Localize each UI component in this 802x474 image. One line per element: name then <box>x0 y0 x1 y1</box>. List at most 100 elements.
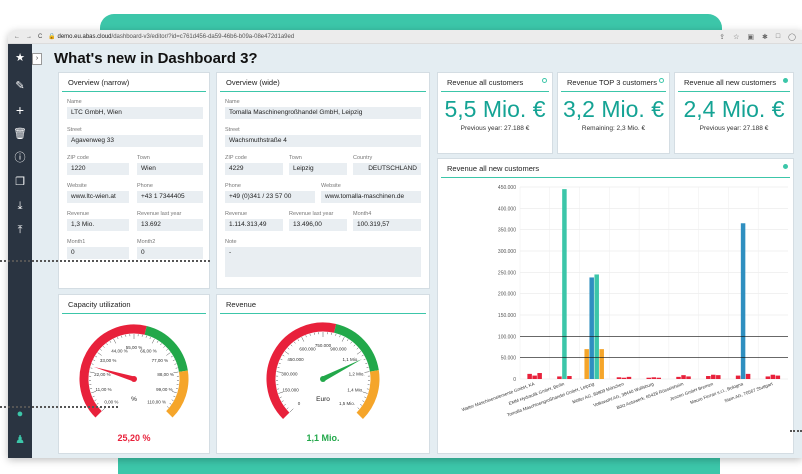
bar[interactable] <box>589 277 594 379</box>
kpi-sub: Remaining: 2,3 Mio. € <box>581 125 646 132</box>
gauge-tick <box>360 404 363 406</box>
star-icon[interactable]: ★ <box>12 50 28 66</box>
country-field[interactable]: DEUTSCHLAND <box>353 163 421 175</box>
bar[interactable] <box>716 375 721 379</box>
phone-field[interactable]: +49 (0)341 / 23 57 00 <box>225 191 315 203</box>
website-field[interactable]: www.ltc-wien.at <box>67 191 129 203</box>
website-field[interactable]: www.tomalla-maschinen.de <box>321 191 421 203</box>
bar[interactable] <box>711 374 716 379</box>
back-icon[interactable]: ← <box>14 34 20 40</box>
browser-toolbar: ⇪ ☆ ▣ ✱ □ ◯ <box>719 33 796 41</box>
trash-icon[interactable]: 🗑 <box>12 126 28 142</box>
gauge-tick <box>305 335 307 338</box>
bar[interactable] <box>584 349 589 379</box>
zip-field[interactable]: 1220 <box>67 163 129 175</box>
bar[interactable] <box>686 376 691 379</box>
revenue-last-year-field[interactable]: 13.692 <box>137 219 203 231</box>
forward-icon[interactable]: → <box>26 34 32 40</box>
plus-icon[interactable]: + <box>12 102 28 118</box>
gauge-tick-label: 0 <box>298 401 301 406</box>
month1-field[interactable]: 0 <box>67 247 129 259</box>
user-icon[interactable]: ♟ <box>12 432 28 448</box>
reload-icon[interactable]: C <box>38 34 42 40</box>
upload-icon[interactable]: ⤒ <box>12 222 28 238</box>
gauge-tick-label: 450.000 <box>287 357 304 362</box>
field-label: Revenue last year <box>137 211 182 217</box>
name-field[interactable]: LTC GmbH, Wien <box>67 107 203 119</box>
gauge-tick <box>166 352 171 356</box>
bar[interactable] <box>745 373 751 379</box>
bar[interactable] <box>765 376 771 379</box>
bar[interactable] <box>567 376 572 379</box>
profile-icon[interactable]: ◯ <box>788 33 796 41</box>
gauge-tick <box>283 404 286 406</box>
decor-dotted-line <box>0 260 210 262</box>
note-field[interactable]: - <box>225 247 421 277</box>
kpi-title: Revenue all new customers <box>678 73 790 92</box>
gauge-tick <box>109 340 112 343</box>
gauge-tick <box>364 396 367 398</box>
copy-icon[interactable]: ❐ <box>12 174 28 190</box>
bar[interactable] <box>621 377 627 379</box>
bar[interactable] <box>527 373 532 379</box>
revenue-field[interactable]: 1.114.313,49 <box>225 219 283 231</box>
gauge-tick-label: 0,00 % <box>104 400 118 405</box>
field-label: ZIP code <box>225 155 247 161</box>
chat-icon[interactable]: ● <box>12 406 28 422</box>
panel-title: Overview (narrow) <box>62 73 206 92</box>
phone-field[interactable]: +43 1 7344405 <box>137 191 203 203</box>
bar[interactable] <box>646 377 652 379</box>
kpi-card-all: Revenue all customers 5,5 Mio. € Previou… <box>437 72 553 154</box>
gauge-tick <box>171 391 177 394</box>
gauge-tick <box>341 337 345 342</box>
extension-icon[interactable]: ▣ <box>747 33 754 41</box>
address-bar[interactable]: 🔒 demo.eu.abas.cloud/dashboard-v3/editor… <box>48 33 713 40</box>
gauge-tick <box>92 395 95 398</box>
puzzle-icon[interactable]: ✱ <box>762 33 768 41</box>
revenue-last-year-field[interactable]: 13.496,00 <box>289 219 347 231</box>
bar[interactable] <box>735 375 741 379</box>
bar[interactable] <box>681 375 686 379</box>
bar[interactable] <box>562 189 567 379</box>
gauge-tick <box>362 391 368 394</box>
bar[interactable] <box>626 376 632 379</box>
bar[interactable] <box>599 349 604 379</box>
gauge-tick-label: 300.000 <box>281 372 298 377</box>
town-field[interactable]: Leipzig <box>289 163 347 175</box>
gauge-tick <box>278 362 281 364</box>
bar[interactable] <box>740 223 746 379</box>
bar[interactable] <box>532 375 537 379</box>
bar[interactable] <box>616 377 622 379</box>
bar[interactable] <box>537 373 542 379</box>
street-field[interactable]: Agavenweg 33 <box>67 135 203 147</box>
url-domain: demo.eu.abas.cloud <box>57 34 112 40</box>
bar[interactable] <box>770 374 776 379</box>
bar[interactable] <box>651 377 657 379</box>
street-field[interactable]: Wachsmuthstraße 4 <box>225 135 421 147</box>
month4-field[interactable]: 100.319,57 <box>353 219 421 231</box>
gauge-tick <box>365 362 368 364</box>
gauge-tick <box>163 346 165 348</box>
town-field[interactable]: Wien <box>137 163 203 175</box>
month2-field[interactable]: 0 <box>137 247 203 259</box>
gauge-tick <box>284 351 290 355</box>
star-icon[interactable]: ☆ <box>733 33 739 41</box>
bar[interactable] <box>676 376 681 379</box>
download-icon[interactable]: ⤓ <box>12 198 28 214</box>
bar[interactable] <box>775 375 781 379</box>
bar[interactable] <box>557 376 562 379</box>
share-icon[interactable]: ⇪ <box>719 33 725 41</box>
bar[interactable] <box>594 274 599 379</box>
screenshot-stage: ← → C 🔒 demo.eu.abas.cloud/dashboard-v3/… <box>0 0 802 474</box>
bar[interactable] <box>706 376 711 379</box>
info-icon[interactable]: ⓘ <box>12 150 28 166</box>
sidebar-toggle-button[interactable]: › <box>32 53 42 65</box>
browser-window: ← → C 🔒 demo.eu.abas.cloud/dashboard-v3/… <box>8 30 802 458</box>
pencil-icon[interactable]: ✎ <box>12 78 28 94</box>
name-field[interactable]: Tomalla Maschinengroßhandel GmbH, Leipzi… <box>225 107 421 119</box>
revenue-field[interactable]: 1,3 Mio. <box>67 219 129 231</box>
gauge-tick <box>166 406 169 408</box>
zip-field[interactable]: 4229 <box>225 163 283 175</box>
window-icon[interactable]: □ <box>776 33 780 41</box>
bar[interactable] <box>656 377 662 379</box>
